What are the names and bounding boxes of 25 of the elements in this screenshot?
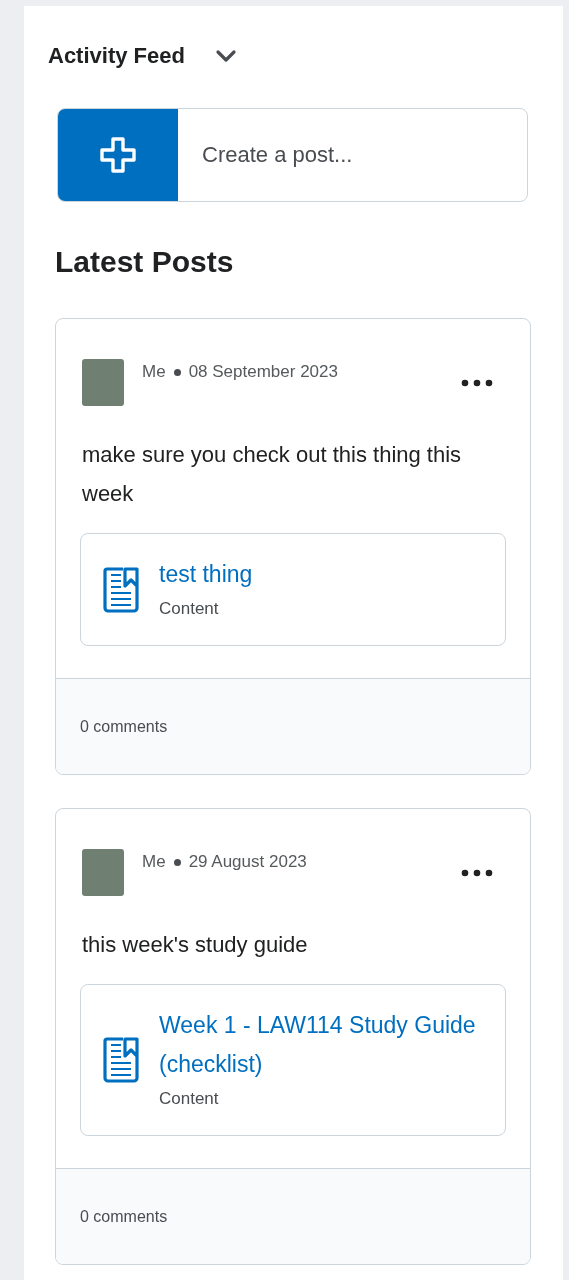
attachment-type: Content [159,598,220,620]
avatar-photo-placeholder [82,359,124,406]
comment-count[interactable]: 0 comments [80,1207,168,1226]
plus-icon [98,135,138,175]
chevron-down-icon[interactable] [214,49,237,63]
feed-title: Activity Feed [48,43,185,69]
avatar-photo-placeholder [82,849,124,896]
separator-dot-icon [173,368,181,376]
post-text: this week's study guide [82,931,309,959]
attachment-type: Content [159,1088,220,1110]
post-author: Me [142,851,166,873]
post-author: Me [142,361,166,383]
post-date: 08 September 2023 [188,361,338,383]
book-icon [103,1036,139,1084]
more-options-icon[interactable] [461,869,493,877]
comment-count[interactable]: 0 comments [80,717,168,736]
attachment-link[interactable]: test thing [159,555,253,594]
section-heading: Latest Posts [55,244,235,280]
post-text: make sure you check out this thing this week [82,441,463,508]
separator-dot-icon [173,858,181,866]
more-options-icon[interactable] [461,379,493,387]
post-date: 29 August 2023 [188,851,307,873]
attachment-link[interactable]: Week 1 - LAW114 Study Guide (checklist) [159,1006,481,1084]
create-post-button[interactable]: Create a post... [57,108,528,202]
book-icon [103,565,139,614]
